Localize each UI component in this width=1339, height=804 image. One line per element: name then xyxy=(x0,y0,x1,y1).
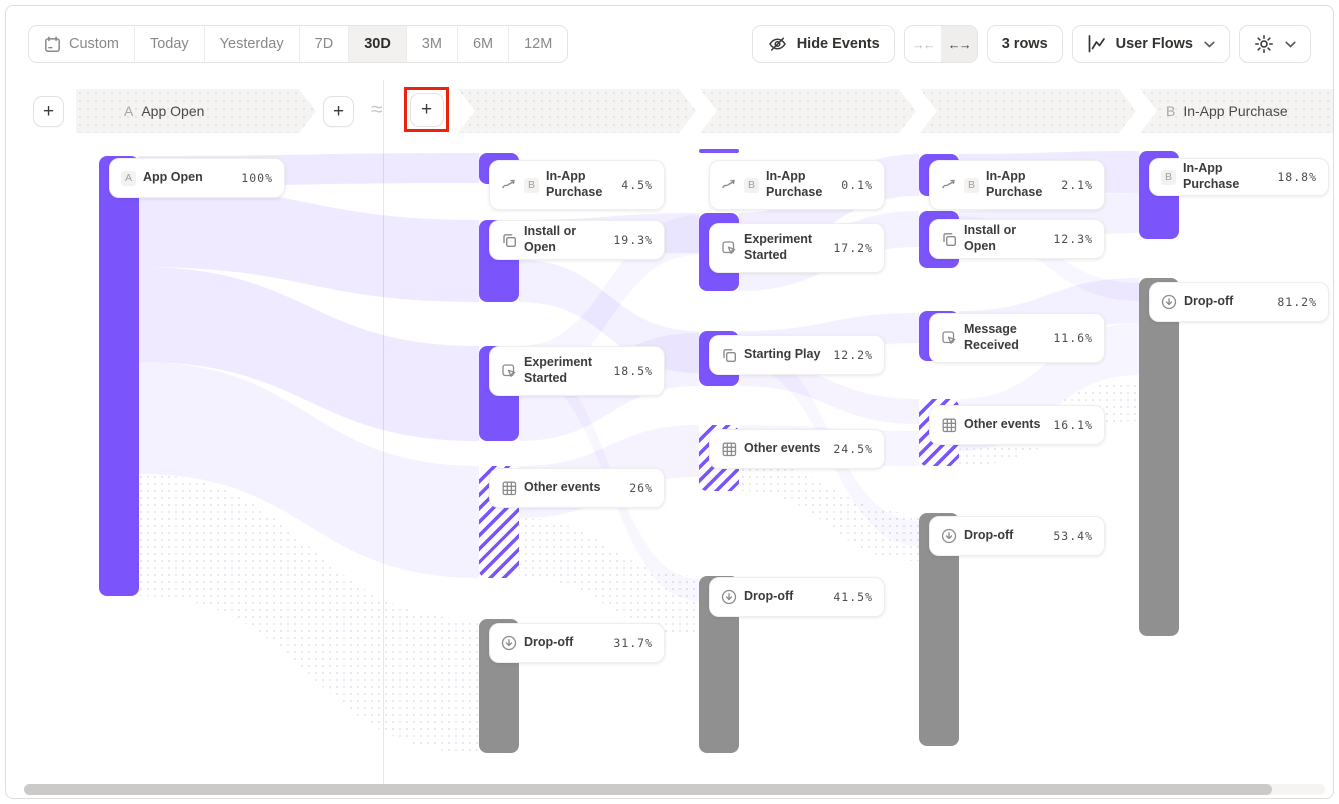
horizontal-scrollbar-track[interactable] xyxy=(24,784,1325,795)
dropoff-arrow-icon xyxy=(941,528,957,544)
trending-arrow-icon xyxy=(721,179,737,191)
flow-node-card-dropoff[interactable]: Drop-off 53.4% xyxy=(929,516,1105,556)
trending-arrow-icon xyxy=(501,179,517,191)
trending-arrow-icon xyxy=(941,179,957,191)
dropoff-arrow-icon xyxy=(501,635,517,651)
flow-node-card-install[interactable]: Install or Open 12.3% xyxy=(929,219,1105,259)
collapse-columns-button[interactable]: →← xyxy=(905,26,941,62)
add-step-highlighted-button[interactable]: + xyxy=(410,93,444,127)
step-banner-4[interactable] xyxy=(920,89,1136,133)
dropoff-arrow-icon xyxy=(1161,294,1177,310)
flow-node-card-dropoff[interactable]: Drop-off 31.7% xyxy=(489,623,665,663)
flow-node-card-other[interactable]: Other events 24.5% xyxy=(709,429,885,469)
event-badge-b: B xyxy=(964,178,979,193)
overlapping-squares-icon xyxy=(721,348,737,363)
gear-icon xyxy=(1254,34,1274,54)
flow-node-card-starting-play[interactable]: Starting Play 12.2% xyxy=(709,335,885,375)
grid-icon xyxy=(501,481,517,496)
flow-node-card-other[interactable]: Other events 16.1% xyxy=(929,405,1105,445)
step-letter: A xyxy=(124,103,133,119)
step-banner-app-open[interactable]: A App Open xyxy=(76,89,316,133)
date-range-today[interactable]: Today xyxy=(135,26,205,62)
date-range-6m[interactable]: 6M xyxy=(458,26,509,62)
eye-slash-icon xyxy=(767,34,788,54)
grid-icon xyxy=(721,442,737,457)
column-width-toggle: →← ←→ xyxy=(904,25,978,63)
calendar-icon xyxy=(44,36,61,53)
dropoff-arrow-icon xyxy=(721,589,737,605)
node-bar-dropoff-col5[interactable] xyxy=(1139,278,1179,636)
flow-node-card-other[interactable]: Other events 26% xyxy=(489,468,665,508)
node-bar-app-open[interactable] xyxy=(99,156,139,596)
chevron-down-icon xyxy=(1204,41,1215,48)
add-step-after-anchor-button[interactable]: + xyxy=(323,96,354,127)
date-range-12m[interactable]: 12M xyxy=(509,26,567,62)
view-selector-button[interactable]: User Flows xyxy=(1072,25,1230,63)
toolbar: Custom Today Yesterday 7D 30D 3M 6M 12M … xyxy=(28,25,1311,63)
event-badge-b: B xyxy=(524,178,539,193)
annotation-highlight-box: + xyxy=(404,87,449,132)
approx-symbol: ≈ xyxy=(371,98,383,122)
event-badge-b: B xyxy=(744,178,759,193)
date-range-7d[interactable]: 7D xyxy=(300,26,350,62)
flow-node-card-app-open[interactable]: A App Open 100% xyxy=(109,158,285,198)
flow-node-card-iap[interactable]: B In-App Purchase 4.5% xyxy=(489,160,665,210)
cursor-click-icon xyxy=(501,364,517,379)
toolbar-right-group: Hide Events →← ←→ 3 rows User Flows xyxy=(752,25,1311,63)
overlapping-squares-icon xyxy=(941,232,957,247)
step-banner-2[interactable] xyxy=(458,89,696,133)
date-range-group: Custom Today Yesterday 7D 30D 3M 6M 12M xyxy=(28,25,568,63)
flow-chart-icon xyxy=(1087,35,1107,53)
flow-node-card-iap[interactable]: B In-App Purchase 2.1% xyxy=(929,160,1105,210)
horizontal-scrollbar-thumb[interactable] xyxy=(24,784,1272,795)
overlapping-squares-icon xyxy=(501,233,517,248)
cursor-click-icon xyxy=(941,331,957,346)
flow-node-card-experiment[interactable]: Experiment Started 18.5% xyxy=(489,346,665,396)
settings-button[interactable] xyxy=(1239,25,1311,63)
date-range-3m[interactable]: 3M xyxy=(407,26,458,62)
step-label: App Open xyxy=(141,103,204,119)
date-range-yesterday[interactable]: Yesterday xyxy=(205,26,300,62)
date-range-custom[interactable]: Custom xyxy=(29,26,135,62)
node-bar-iap-col3[interactable] xyxy=(699,149,739,153)
add-step-before-button[interactable]: + xyxy=(33,96,64,127)
rows-button[interactable]: 3 rows xyxy=(987,25,1063,63)
flow-node-card-install[interactable]: Install or Open 19.3% xyxy=(489,220,665,260)
flow-node-card-message[interactable]: Message Received 11.6% xyxy=(929,313,1105,363)
date-range-30d[interactable]: 30D xyxy=(349,26,407,62)
flow-node-card-iap[interactable]: B In-App Purchase 18.8% xyxy=(1149,158,1329,196)
user-flows-app: Custom Today Yesterday 7D 30D 3M 6M 12M … xyxy=(5,5,1334,799)
flow-node-card-iap[interactable]: B In-App Purchase 0.1% xyxy=(709,160,885,210)
flow-node-card-dropoff[interactable]: Drop-off 41.5% xyxy=(709,577,885,617)
expand-columns-button[interactable]: ←→ xyxy=(941,26,977,62)
step-letter: B xyxy=(1166,103,1175,119)
event-badge-b: B xyxy=(1161,170,1176,185)
cursor-click-icon xyxy=(721,241,737,256)
flow-step-header: + A App Open + B In-App Purchase xyxy=(6,89,1333,133)
step-banner-in-app-purchase[interactable]: B In-App Purchase xyxy=(1140,89,1333,133)
step-banner-3[interactable] xyxy=(700,89,916,133)
grid-icon xyxy=(941,418,957,433)
hide-events-button[interactable]: Hide Events xyxy=(752,25,895,63)
flow-node-card-dropoff[interactable]: Drop-off 81.2% xyxy=(1149,282,1329,322)
event-badge-a: A xyxy=(121,171,136,186)
chevron-down-icon xyxy=(1285,41,1296,48)
step-label: In-App Purchase xyxy=(1183,103,1287,119)
flow-node-card-experiment[interactable]: Experiment Started 17.2% xyxy=(709,223,885,273)
